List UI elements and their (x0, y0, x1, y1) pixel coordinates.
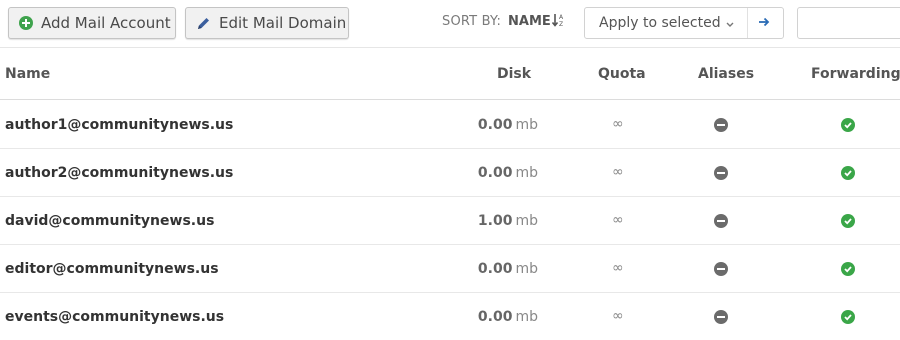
disk-usage-unit: mb (515, 213, 538, 229)
select-divider (747, 8, 748, 38)
svg-text:Z: Z (559, 21, 563, 27)
disk-usage-unit: mb (515, 261, 538, 277)
check-circle-icon[interactable] (841, 166, 855, 180)
disk-usage: 0.00 mb (478, 165, 538, 181)
account-name-link[interactable]: events@communitynews.us (5, 309, 224, 325)
account-name-link[interactable]: david@communitynews.us (5, 213, 214, 229)
chevron-down-icon (725, 17, 735, 33)
account-name-link[interactable]: author2@communitynews.us (5, 165, 233, 181)
arrow-right-icon[interactable] (757, 15, 771, 33)
check-circle-icon[interactable] (841, 118, 855, 132)
table-header: Name Disk Quota Aliases Forwarding (0, 47, 900, 100)
add-mail-account-button[interactable]: Add Mail Account (8, 7, 176, 39)
table-row[interactable]: editor@communitynews.us 0.00 mb ∞ (0, 245, 900, 293)
quota-value: ∞ (612, 116, 624, 132)
minus-circle-icon[interactable] (714, 166, 728, 180)
check-circle-icon[interactable] (841, 214, 855, 228)
table-row[interactable]: author1@communitynews.us 0.00 mb ∞ (0, 101, 900, 149)
edit-mail-domain-button[interactable]: Edit Mail Domain (185, 7, 349, 39)
search-input[interactable] (797, 7, 900, 39)
column-header-disk[interactable]: Disk (497, 66, 531, 82)
account-name-link[interactable]: author1@communitynews.us (5, 117, 233, 133)
quota-value: ∞ (612, 260, 624, 276)
pencil-icon (196, 16, 211, 31)
column-header-aliases[interactable]: Aliases (698, 66, 754, 82)
table-row[interactable]: events@communitynews.us 0.00 mb ∞ (0, 293, 900, 340)
svg-text:A: A (559, 14, 564, 21)
plus-circle-icon (19, 16, 33, 31)
disk-usage: 0.00 mb (478, 117, 538, 133)
disk-usage-unit: mb (515, 117, 538, 133)
disk-usage-value: 0.00 (477, 309, 513, 325)
disk-usage-value: 0.00 (477, 165, 513, 181)
disk-usage: 1.00 mb (478, 213, 538, 229)
disk-usage-value: 1.00 (477, 213, 513, 229)
minus-circle-icon[interactable] (714, 310, 728, 324)
table-row[interactable]: david@communitynews.us 1.00 mb ∞ (0, 197, 900, 245)
minus-circle-icon[interactable] (714, 262, 728, 276)
sort-alpha-down-icon[interactable]: A Z (551, 13, 566, 30)
bulk-action-select[interactable]: Apply to selected (584, 7, 784, 39)
sort-by-label: SORT BY: (442, 14, 502, 29)
disk-usage-unit: mb (515, 309, 538, 325)
check-circle-icon[interactable] (841, 262, 855, 276)
disk-usage-unit: mb (515, 165, 538, 181)
bulk-action-selected: Apply to selected (599, 15, 721, 31)
quota-value: ∞ (612, 308, 624, 324)
quota-value: ∞ (612, 164, 624, 180)
disk-usage: 0.00 mb (478, 309, 538, 325)
toolbar: Add Mail Account Edit Mail Domain SORT B… (0, 0, 900, 47)
column-header-forwarding[interactable]: Forwarding (811, 66, 900, 82)
column-header-name[interactable]: Name (5, 66, 50, 82)
disk-usage-value: 0.00 (477, 117, 513, 133)
sort-by-value[interactable]: NAME (508, 14, 551, 29)
table-row[interactable]: author2@communitynews.us 0.00 mb ∞ (0, 149, 900, 197)
minus-circle-icon[interactable] (714, 214, 728, 228)
add-mail-account-label: Add Mail Account (41, 14, 171, 32)
edit-mail-domain-label: Edit Mail Domain (219, 14, 347, 32)
check-circle-icon[interactable] (841, 310, 855, 324)
minus-circle-icon[interactable] (714, 118, 728, 132)
account-name-link[interactable]: editor@communitynews.us (5, 261, 219, 277)
disk-usage-value: 0.00 (477, 261, 513, 277)
column-header-quota[interactable]: Quota (598, 66, 646, 82)
quota-value: ∞ (612, 212, 624, 228)
disk-usage: 0.00 mb (478, 261, 538, 277)
